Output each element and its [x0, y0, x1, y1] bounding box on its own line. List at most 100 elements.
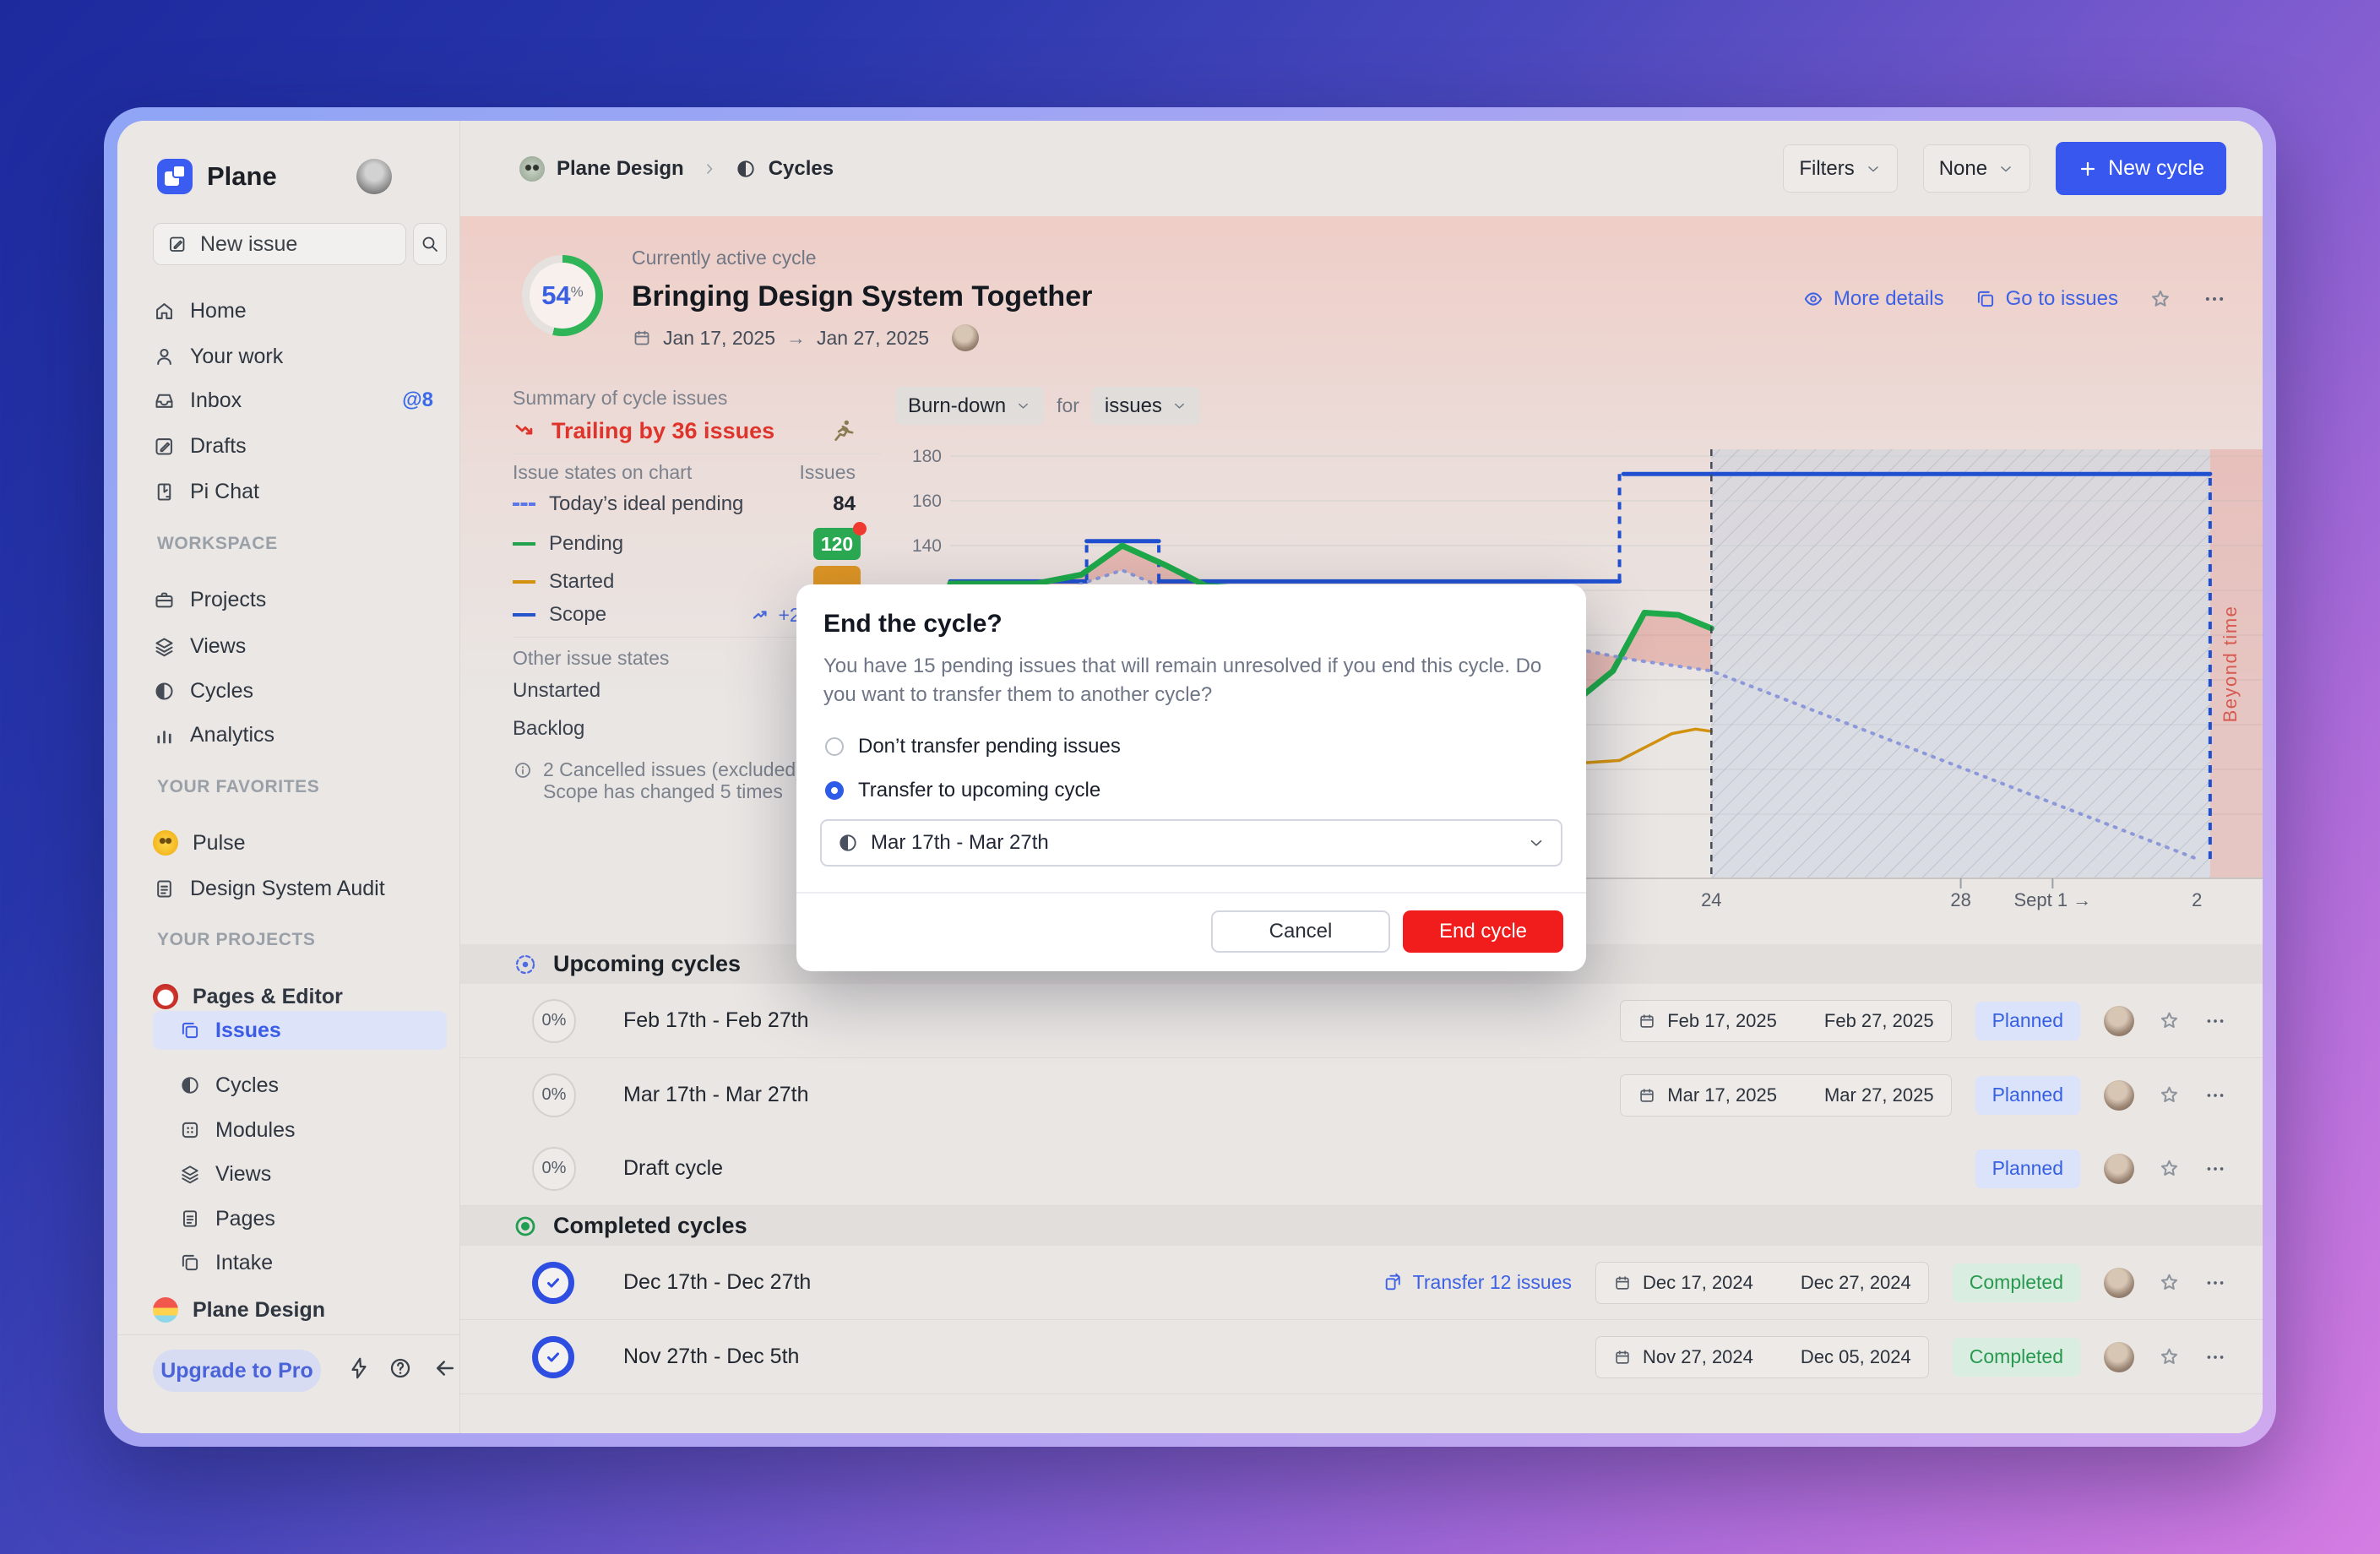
- states-header-row: Issue states on chart Issues: [513, 461, 881, 484]
- cancel-button[interactable]: Cancel: [1211, 910, 1390, 953]
- chart-type-dropdown[interactable]: Burn-down: [895, 387, 1044, 425]
- filters-dropdown[interactable]: Filters: [1783, 144, 1897, 193]
- chevron-down-icon: [1527, 834, 1546, 852]
- new-cycle-button[interactable]: New cycle: [2056, 142, 2226, 195]
- assignee-avatar[interactable]: [2104, 1154, 2134, 1184]
- sidebar-item-pulse[interactable]: Pulse: [153, 820, 447, 866]
- row-start-date: Feb 17, 2025: [1667, 1010, 1777, 1032]
- sidebar-item-project-cycles[interactable]: Cycles: [153, 1062, 447, 1108]
- sidebar-item-views[interactable]: Views: [153, 623, 447, 669]
- search-button[interactable]: [413, 223, 447, 265]
- assignee-avatar[interactable]: [2104, 1342, 2134, 1372]
- grouping-dropdown[interactable]: None: [1923, 144, 2030, 193]
- sidebar-item-intake[interactable]: Intake: [153, 1240, 447, 1285]
- sidebar-item-label: Modules: [215, 1118, 296, 1143]
- completed-check-icon: [532, 1262, 574, 1304]
- favorite-star-icon[interactable]: [2158, 1009, 2181, 1032]
- sidebar-item-projects[interactable]: Projects: [153, 577, 447, 622]
- cycle-row-nov[interactable]: Nov 27th - Dec 5th Nov 27, 2024 Dec 05, …: [460, 1320, 2263, 1394]
- sidebar-item-modules[interactable]: Modules: [153, 1107, 447, 1153]
- more-options-icon[interactable]: [2204, 1346, 2226, 1368]
- sidebar-item-pi-chat[interactable]: Pi Chat: [153, 469, 447, 514]
- chart-entity-dropdown[interactable]: issues: [1092, 387, 1200, 425]
- issues-icon: [1975, 288, 1997, 310]
- radio-selected-icon[interactable]: [825, 781, 844, 800]
- sidebar-item-cycles[interactable]: Cycles: [153, 668, 447, 714]
- assignee-avatar[interactable]: [2104, 1006, 2134, 1036]
- sidebar-item-home[interactable]: Home: [153, 288, 447, 334]
- sidebar-item-drafts[interactable]: Drafts: [153, 423, 447, 469]
- transfer-issues-button[interactable]: Transfer 12 issues: [1383, 1271, 1572, 1294]
- option-transfer[interactable]: Transfer to upcoming cycle: [825, 777, 1100, 804]
- date-range-picker[interactable]: Feb 17, 2025 Feb 27, 2025: [1620, 1000, 1951, 1042]
- date-arrow: →: [786, 327, 806, 350]
- date-range-picker[interactable]: Nov 27, 2024 Dec 05, 2024: [1595, 1336, 1929, 1378]
- sidebar-item-your-work[interactable]: Your work: [153, 334, 447, 379]
- assignee-avatar[interactable]: [2104, 1080, 2134, 1111]
- row-start-date: Mar 17, 2025: [1667, 1084, 1777, 1106]
- sidebar-item-issues[interactable]: Issues: [153, 1011, 447, 1050]
- new-issue-button[interactable]: New issue: [153, 223, 406, 265]
- radio-unselected-icon[interactable]: [825, 737, 844, 756]
- transfer-icon: [1383, 1272, 1404, 1293]
- completed-cycles-header[interactable]: Completed cycles: [460, 1206, 2263, 1246]
- date-range-picker[interactable]: Dec 17, 2024 Dec 27, 2024: [1595, 1262, 1929, 1304]
- go-to-issues-button[interactable]: Go to issues: [1975, 287, 2118, 311]
- sidebar-item-inbox[interactable]: Inbox @8: [153, 378, 447, 423]
- active-cycle-title[interactable]: Bringing Design System Together: [632, 280, 1092, 313]
- page-icon: [179, 1208, 201, 1230]
- breadcrumb-page[interactable]: Cycles: [769, 157, 834, 181]
- favorite-star-icon[interactable]: [2158, 1345, 2181, 1368]
- option-dont-transfer[interactable]: Don’t transfer pending issues: [825, 733, 1121, 760]
- sidebar-item-design-system-audit[interactable]: Design System Audit: [153, 866, 447, 911]
- favorite-star-icon[interactable]: [2158, 1084, 2181, 1106]
- date-range-picker[interactable]: Mar 17, 2025 Mar 27, 2025: [1620, 1074, 1951, 1117]
- cycle-row-feb[interactable]: 0% Feb 17th - Feb 27th Feb 17, 2025 Feb …: [460, 984, 2263, 1058]
- cycle-row-dec[interactable]: Dec 17th - Dec 27th Transfer 12 issues D…: [460, 1246, 2263, 1320]
- more-options-icon[interactable]: [2204, 1084, 2226, 1106]
- breadcrumb-project[interactable]: Plane Design: [557, 157, 684, 181]
- user-avatar[interactable]: [356, 159, 392, 194]
- target-cycle-select[interactable]: Mar 17th - Mar 27th: [820, 819, 1562, 867]
- sidebar-item-project-views[interactable]: Views: [153, 1151, 447, 1197]
- inbox-icon: [153, 389, 176, 412]
- svg-text:24: 24: [1701, 889, 1721, 910]
- new-issue-label: New issue: [200, 232, 297, 257]
- upgrade-to-pro-button[interactable]: Upgrade to Pro: [153, 1350, 321, 1392]
- row-end-date: Dec 27, 2024: [1801, 1272, 1911, 1294]
- cycle-row-mar[interactable]: 0% Mar 17th - Mar 27th Mar 17, 2025 Mar …: [460, 1058, 2263, 1133]
- assignee-avatar[interactable]: [2104, 1268, 2134, 1298]
- chart-controls: Burn-down for issues: [895, 387, 1200, 425]
- svg-text:180: 180: [912, 447, 942, 466]
- ideal-value: 84: [833, 492, 856, 516]
- more-options-icon[interactable]: [2204, 1158, 2226, 1180]
- more-options-icon[interactable]: [2204, 1010, 2226, 1032]
- more-options-icon[interactable]: [2204, 1272, 2226, 1294]
- more-options-icon[interactable]: [2203, 287, 2226, 311]
- scope-line-key-icon: [513, 613, 535, 617]
- help-icon[interactable]: [388, 1356, 413, 1381]
- workspace-name[interactable]: Plane: [207, 161, 277, 192]
- calendar-icon: [632, 328, 652, 348]
- pending-label: Pending: [549, 532, 623, 556]
- cycle-row-draft[interactable]: 0% Draft cycle Planned: [460, 1132, 2263, 1206]
- breadcrumb: Plane Design Cycles: [519, 156, 834, 182]
- end-cycle-button[interactable]: End cycle: [1403, 910, 1563, 953]
- sidebar-item-analytics[interactable]: Analytics: [153, 712, 447, 758]
- cycle-progress-ring: 54%: [522, 255, 603, 336]
- cycle-lead-avatar[interactable]: [952, 324, 979, 351]
- favorite-star-icon[interactable]: [2158, 1271, 2181, 1294]
- completed-check-icon: [532, 1336, 574, 1378]
- completed-cycles-icon: [513, 1214, 538, 1239]
- sidebar-item-pages[interactable]: Pages: [153, 1196, 447, 1242]
- info-icon: [513, 760, 533, 780]
- lightning-icon[interactable]: [346, 1356, 372, 1381]
- chart-entity-label: issues: [1105, 394, 1162, 418]
- favorite-star-icon[interactable]: [2158, 1157, 2181, 1180]
- favorite-star-icon[interactable]: [2149, 287, 2172, 311]
- sidebar-project-plane-design[interactable]: Plane Design: [153, 1287, 447, 1333]
- bar-chart-icon: [153, 724, 176, 747]
- section-label: Upcoming cycles: [553, 951, 741, 977]
- more-details-button[interactable]: More details: [1802, 287, 1944, 311]
- collapse-sidebar-icon[interactable]: [432, 1356, 458, 1381]
